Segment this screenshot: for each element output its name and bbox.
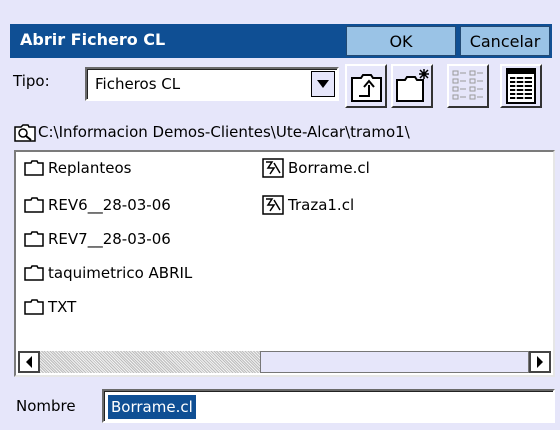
type-label: Tipo: <box>13 72 50 90</box>
new-folder-button[interactable] <box>391 64 433 108</box>
folder-icon <box>24 197 44 213</box>
folder-icon <box>24 160 44 176</box>
scroll-left-button[interactable] <box>18 351 40 373</box>
arrow-right-icon <box>537 356 543 368</box>
arrow-left-icon <box>26 356 32 368</box>
file-type-value: Ficheros CL <box>95 75 181 93</box>
cancel-button[interactable]: Cancelar <box>460 26 550 56</box>
folder-item[interactable]: REV7__28-03-06 <box>24 228 171 250</box>
details-view-icon <box>506 68 536 104</box>
details-view-button[interactable] <box>500 64 542 108</box>
magnifier-folder-icon <box>14 124 36 142</box>
title-bar: Abrir Fichero CL OK Cancelar <box>10 24 552 58</box>
list-view-button[interactable] <box>447 64 489 108</box>
dialog-title: Abrir Fichero CL <box>20 30 166 49</box>
scroll-right-button[interactable] <box>529 351 551 373</box>
path-bar: C:\Informacion Demos-Clientes\Ute-Alcar\… <box>14 122 554 146</box>
file-item[interactable]: Traza1.cl <box>262 194 354 216</box>
folder-item[interactable]: TXT <box>24 296 76 318</box>
file-item[interactable]: Borrame.cl <box>262 157 370 179</box>
file-type-select[interactable]: Ficheros CL <box>85 67 339 101</box>
scroll-thumb[interactable] <box>260 351 529 373</box>
name-label: Nombre <box>16 397 76 415</box>
file-name: Borrame.cl <box>288 159 370 177</box>
folder-name: REV7__28-03-06 <box>48 230 171 248</box>
folder-name: TXT <box>48 298 77 316</box>
folder-icon <box>24 265 44 281</box>
ok-button[interactable]: OK <box>346 26 456 56</box>
cl-file-icon <box>262 158 284 178</box>
file-list[interactable]: Replanteos REV6__28-03-06 REV7__28-03-06… <box>14 150 555 377</box>
folder-item[interactable]: taquimetrico ABRIL <box>24 262 192 284</box>
open-file-dialog: Abrir Fichero CL OK Cancelar Tipo: Fiche… <box>0 0 560 430</box>
folder-item[interactable]: REV6__28-03-06 <box>24 194 171 216</box>
file-name-value: Borrame.cl <box>108 395 196 419</box>
folder-up-button[interactable] <box>345 64 387 108</box>
cl-file-icon <box>262 195 284 215</box>
folder-up-icon <box>351 74 382 102</box>
list-view-icon <box>452 70 483 100</box>
folder-item[interactable]: Replanteos <box>24 157 131 179</box>
folder-icon <box>24 299 44 315</box>
folder-name: taquimetrico ABRIL <box>48 264 193 282</box>
dropdown-arrow-icon[interactable] <box>311 71 335 97</box>
folder-name: REV6__28-03-06 <box>48 196 171 214</box>
file-name-input[interactable]: Borrame.cl <box>102 389 555 423</box>
folder-icon <box>24 231 44 247</box>
new-folder-icon <box>396 69 429 102</box>
horizontal-scrollbar[interactable] <box>18 351 551 373</box>
folder-name: Replanteos <box>48 159 132 177</box>
file-name: Traza1.cl <box>288 196 355 214</box>
scroll-track[interactable] <box>40 351 529 373</box>
current-path: C:\Informacion Demos-Clientes\Ute-Alcar\… <box>38 123 410 141</box>
